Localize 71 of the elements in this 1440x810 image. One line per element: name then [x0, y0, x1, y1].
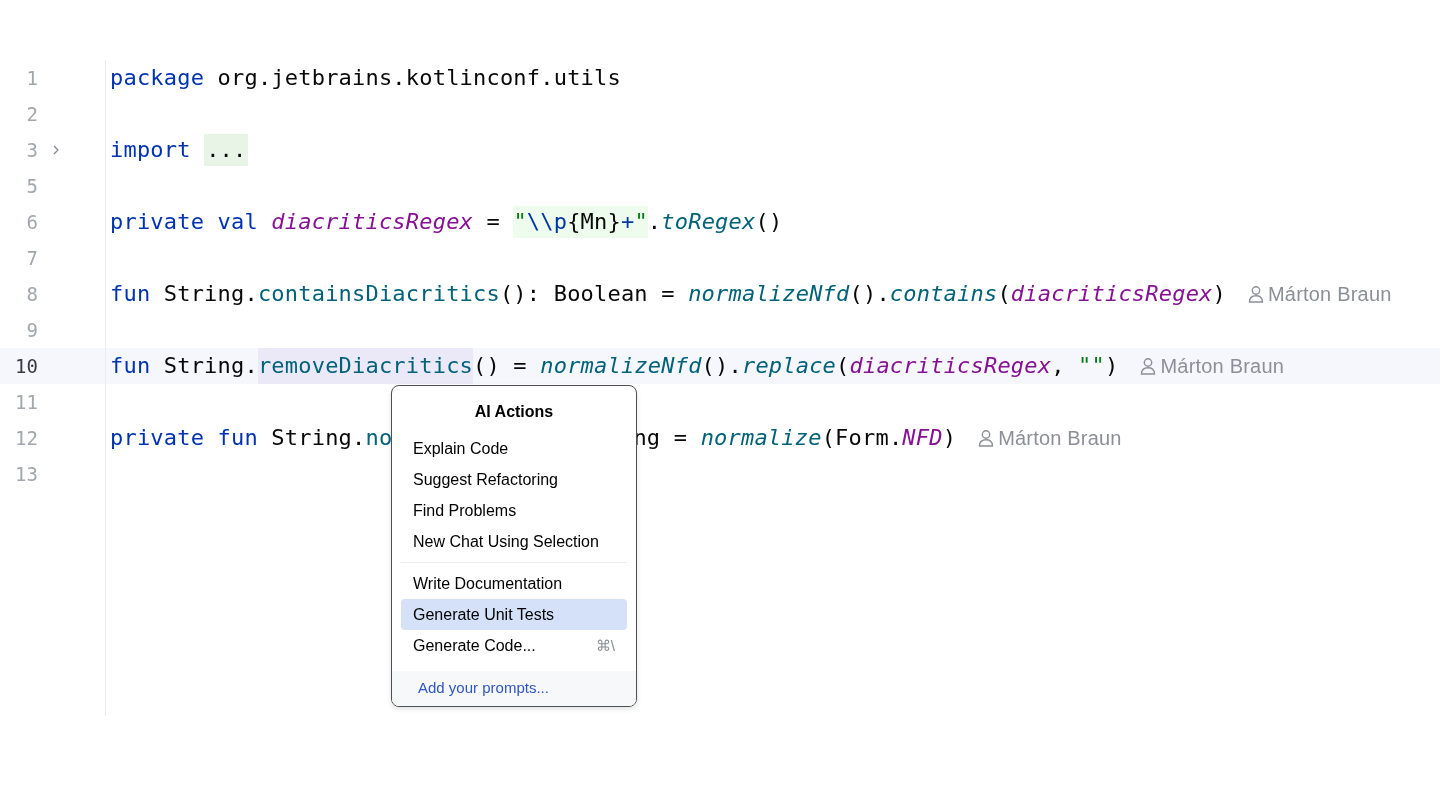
code-text: String.	[270, 424, 366, 452]
code-text: )	[942, 424, 957, 452]
code-text: ().	[701, 352, 742, 380]
code-text: )	[1212, 280, 1226, 308]
function-call: contains	[889, 280, 998, 308]
author-annotation: Márton Braun	[998, 426, 1122, 450]
person-icon	[1140, 357, 1157, 375]
line-number: 13	[14, 463, 38, 485]
menu-title: AI Actions	[473, 402, 555, 422]
shortcut-hint: ⌘\	[595, 636, 615, 655]
regex-text: {Mn}	[567, 206, 621, 238]
code-text: )	[1105, 352, 1119, 380]
line-number: 7	[25, 247, 38, 269]
add-prompts-link[interactable]: Add your prompts...	[418, 679, 549, 696]
line-number: 6	[25, 211, 38, 233]
code-text: org.jetbrains.kotlinconf.utils	[216, 64, 621, 92]
string-literal: ""	[1078, 352, 1105, 380]
string-quote: "	[634, 206, 648, 238]
code-text: (	[997, 280, 1011, 308]
code-text: ()	[755, 208, 783, 236]
line-number: 8	[25, 283, 38, 305]
function-call: normalizeNfd	[688, 280, 850, 308]
function-name: containsDiacritics	[257, 280, 500, 308]
line-number: 5	[25, 175, 38, 197]
line-number: 12	[14, 427, 38, 449]
menu-item[interactable]: Generate Unit Tests	[401, 599, 627, 630]
code-text: String.	[162, 280, 258, 308]
line-number: 10	[14, 355, 38, 377]
code-text: String.	[162, 352, 258, 380]
menu-item[interactable]: Explain Code	[401, 433, 627, 464]
code-text: () =	[473, 352, 528, 380]
menu-item[interactable]: New Chat Using Selection	[401, 526, 627, 557]
author-annotation: Márton Braun	[1160, 354, 1285, 378]
line-number: 2	[25, 103, 38, 125]
menu-item[interactable]: Suggest Refactoring	[401, 464, 627, 495]
menu-item[interactable]: Write Documentation	[401, 568, 627, 599]
code-text: (Form.	[821, 424, 903, 452]
code-text: (	[836, 352, 850, 380]
function-name: removeDiacritics	[257, 348, 474, 384]
menu-item[interactable]: Generate Code... ⌘\	[401, 630, 627, 661]
menu-item[interactable]: Find Problems	[401, 495, 627, 526]
string-quote: "	[513, 206, 527, 238]
code-text: (): Boolean =	[499, 280, 676, 308]
keyword: fun	[110, 352, 151, 380]
person-icon	[978, 429, 995, 447]
folded-imports[interactable]: ...	[204, 134, 249, 166]
keyword: import	[110, 136, 192, 164]
function-call: replace	[741, 352, 837, 380]
keyword: package	[110, 64, 205, 92]
function-call: normalize	[700, 424, 822, 452]
function-call: normalizeNfd	[540, 352, 702, 380]
code-text: .	[647, 208, 662, 236]
line-number: 11	[14, 391, 38, 413]
function-name: no	[365, 424, 393, 452]
property-name: diacriticsRegex	[1010, 280, 1213, 308]
regex-escape: \\p	[526, 206, 568, 238]
property-name: diacriticsRegex	[271, 208, 474, 236]
author-annotation: Márton Braun	[1268, 282, 1392, 306]
line-number: 3	[25, 139, 38, 161]
function-call: toRegex	[661, 208, 756, 236]
keyword: private fun	[110, 424, 258, 452]
line-number: 9	[25, 319, 38, 341]
code-text: ().	[849, 280, 890, 308]
line-number: 1	[25, 67, 38, 89]
property-name: diacriticsRegex	[849, 352, 1052, 380]
keyword: private val	[110, 208, 259, 236]
property-name: NFD	[902, 424, 943, 452]
keyword: fun	[110, 280, 151, 308]
code-text: =	[485, 208, 501, 236]
code-text: ,	[1051, 352, 1066, 380]
person-icon	[1248, 285, 1264, 303]
